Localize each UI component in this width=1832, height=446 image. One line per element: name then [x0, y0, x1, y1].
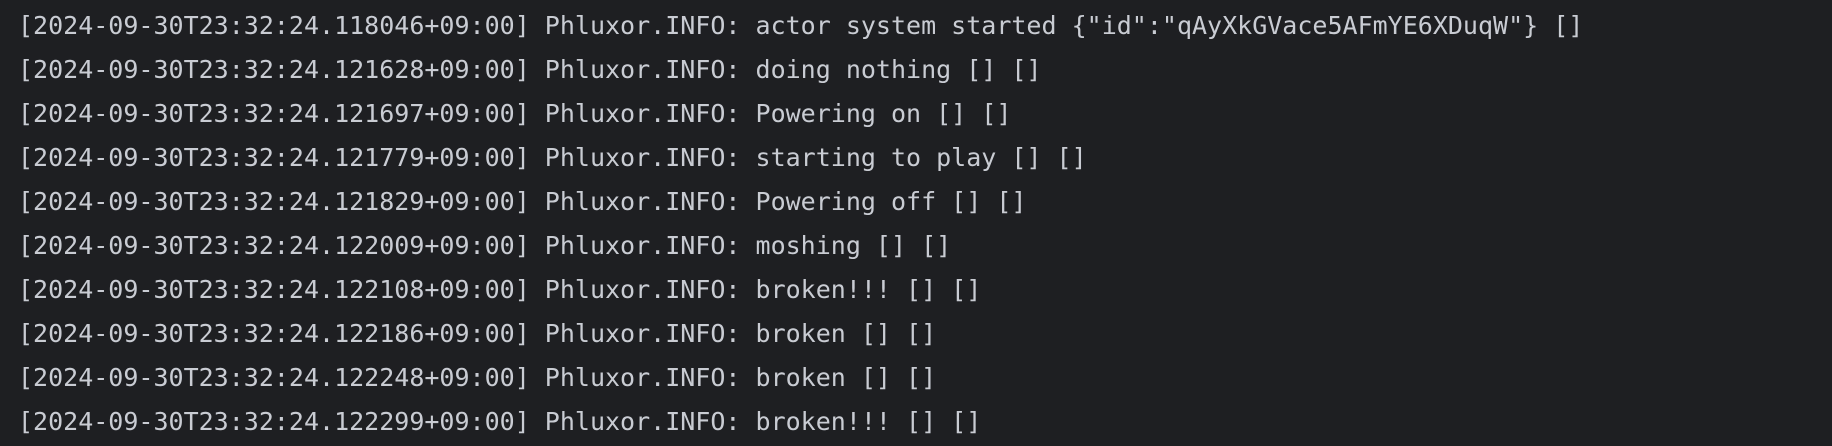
console-output[interactable]: [2024-09-30T23:32:24.118046+09:00] Phlux… — [0, 0, 1832, 446]
log-line: [2024-09-30T23:32:24.121628+09:00] Phlux… — [18, 55, 1042, 84]
log-line: [2024-09-30T23:32:24.122299+09:00] Phlux… — [18, 407, 982, 436]
log-line: [2024-09-30T23:32:24.121697+09:00] Phlux… — [18, 99, 1012, 128]
log-line: [2024-09-30T23:32:24.122009+09:00] Phlux… — [18, 231, 952, 260]
log-line: [2024-09-30T23:32:24.122248+09:00] Phlux… — [18, 363, 937, 392]
log-line: [2024-09-30T23:32:24.121829+09:00] Phlux… — [18, 187, 1027, 216]
log-line: [2024-09-30T23:32:24.122186+09:00] Phlux… — [18, 319, 937, 348]
log-line: [2024-09-30T23:32:24.121779+09:00] Phlux… — [18, 143, 1087, 172]
log-line: [2024-09-30T23:32:24.118046+09:00] Phlux… — [18, 11, 1584, 40]
log-line: [2024-09-30T23:32:24.122108+09:00] Phlux… — [18, 275, 982, 304]
